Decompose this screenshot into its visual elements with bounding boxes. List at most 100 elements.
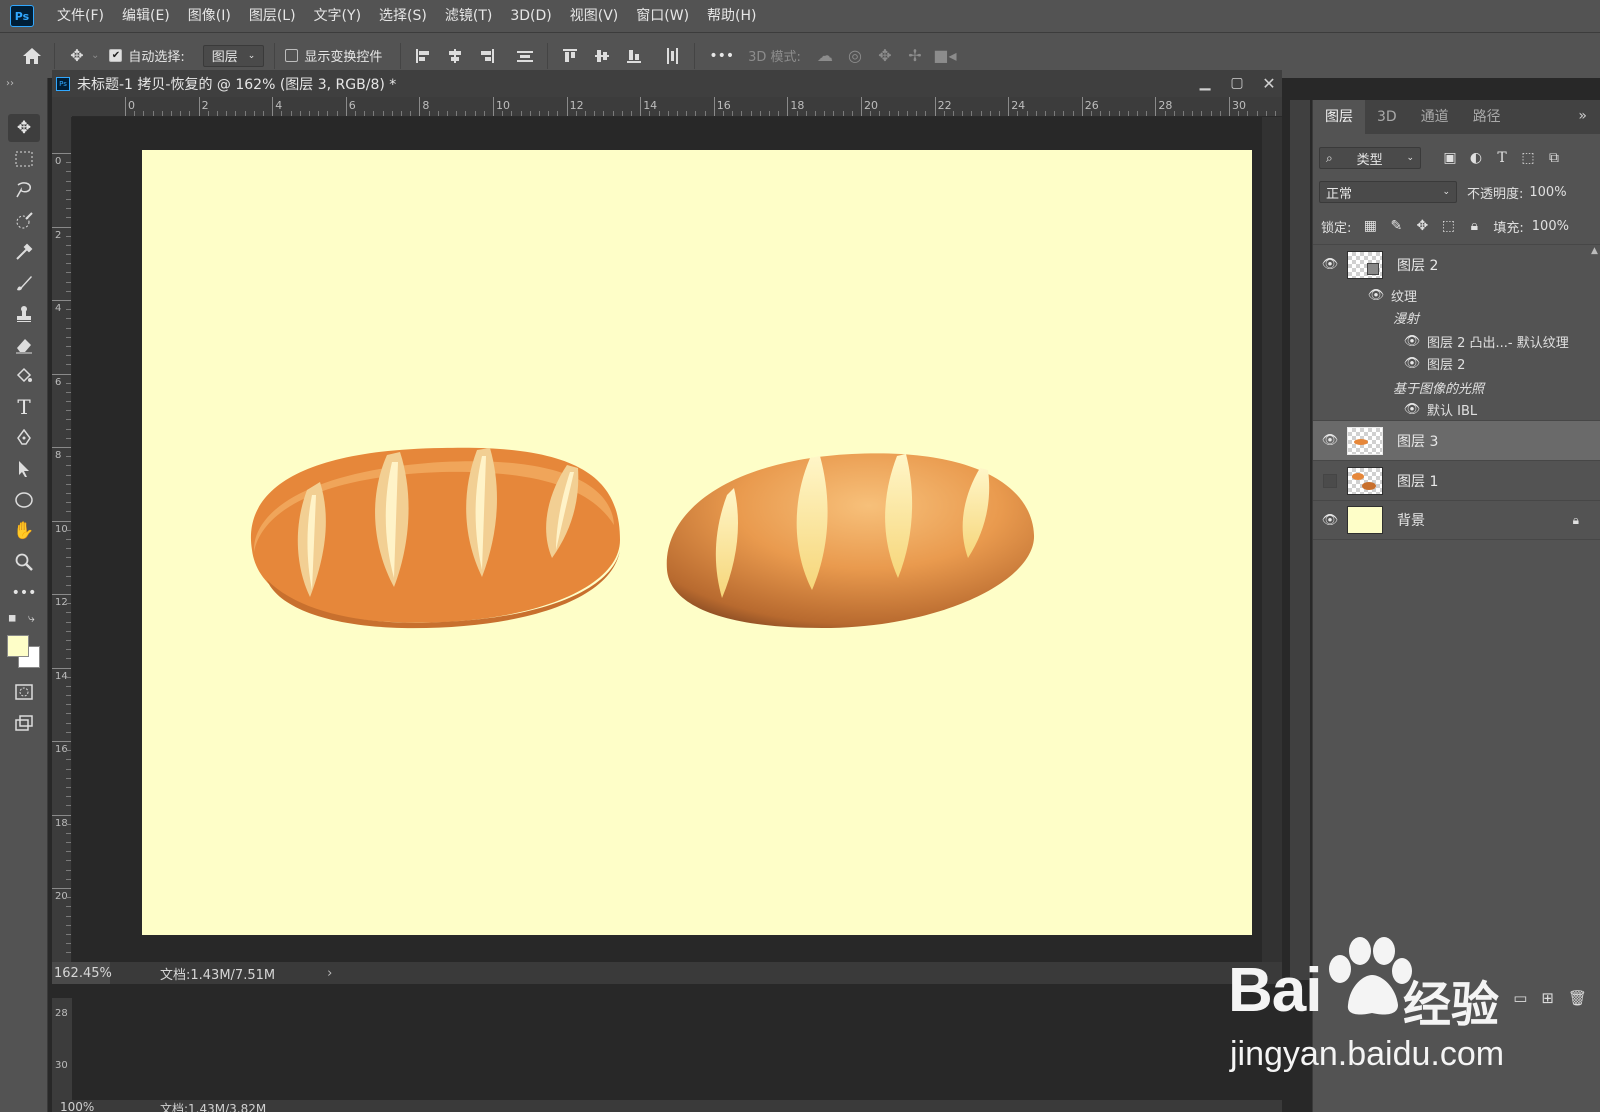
visibility-eye-icon[interactable]: 👁︎ [1313, 257, 1347, 272]
lock-position-icon[interactable]: ✥ [1409, 218, 1435, 234]
visibility-eye-icon[interactable]: 👁︎ [1365, 288, 1387, 303]
lock-transparent-icon[interactable]: ▦ [1357, 218, 1383, 234]
auto-select-checkbox[interactable]: ✔ [109, 49, 123, 62]
layer-filter-dropdown[interactable]: ⌕ 类型 ⌄ [1319, 147, 1421, 169]
lasso-tool-icon[interactable] [8, 176, 40, 204]
distribute-vertical-icon[interactable] [660, 44, 684, 68]
distribute-icon[interactable] [513, 44, 537, 68]
menu-layer[interactable]: 图层(L) [240, 0, 305, 32]
filter-smart-object-icon[interactable]: ⧉ [1541, 150, 1567, 166]
visibility-eye-icon[interactable]: 👁︎ [1313, 513, 1347, 528]
close-icon[interactable]: ✕ [1256, 73, 1282, 93]
brush-tool-icon[interactable] [8, 269, 40, 297]
align-right-icon[interactable] [475, 44, 499, 68]
chevron-down-icon[interactable]: ⌄ [91, 50, 99, 61]
align-left-icon[interactable] [411, 44, 435, 68]
menu-window[interactable]: 窗口(W) [627, 0, 698, 32]
paint-bucket-tool-icon[interactable] [8, 362, 40, 390]
minimize-icon[interactable]: ▁ [1192, 73, 1218, 93]
lock-icon[interactable]: 🔒︎ [1573, 513, 1579, 528]
expand-toolbar-icon[interactable]: ›› [6, 78, 14, 89]
zoom-level-2[interactable]: 100% [52, 1100, 110, 1112]
vertical-scrollbar[interactable] [1262, 117, 1282, 962]
layer-name[interactable]: 背景 [1397, 510, 1425, 530]
auto-select-target-dropdown[interactable]: 图层 ⌄ [202, 44, 265, 67]
eyedropper-tool-icon[interactable] [8, 238, 40, 266]
ruler-origin[interactable] [52, 97, 72, 117]
sublayer-ibl[interactable]: 👁︎ 默认 IBL [1313, 398, 1600, 420]
menu-view[interactable]: 视图(V) [561, 0, 628, 32]
show-transform-checkbox[interactable] [285, 49, 299, 62]
more-options-button[interactable]: ••• [709, 48, 734, 64]
visibility-toggle-off[interactable] [1323, 473, 1337, 488]
swap-colors-icon[interactable]: ⤷ [28, 611, 35, 626]
lock-pixels-icon[interactable]: ✎ [1383, 218, 1409, 234]
lock-artboard-icon[interactable]: ⬚ [1435, 218, 1461, 234]
align-bottom-icon[interactable] [622, 44, 646, 68]
3d-slide-icon[interactable]: ✢ [903, 44, 927, 68]
delete-layer-icon[interactable]: 🗑︎ [1568, 989, 1587, 1007]
document-tab[interactable]: Ps 未标题-1 拷贝-恢复的 @ 162% (图层 3, RGB/8) * ▁… [52, 70, 1282, 97]
home-icon[interactable] [20, 44, 44, 68]
panel-menu-icon[interactable]: » [1578, 108, 1587, 124]
filter-pixel-icon[interactable]: ▣ [1437, 150, 1463, 166]
move-tool-preset-icon[interactable]: ✥ [65, 44, 89, 68]
menu-3d[interactable]: 3D(D) [501, 0, 560, 32]
visibility-eye-icon[interactable]: 👁︎ [1313, 433, 1347, 448]
3d-pan-icon[interactable]: ✥ [873, 44, 897, 68]
eraser-tool-icon[interactable] [8, 331, 40, 359]
layer-row[interactable]: 👁︎ 图层 2 [1313, 244, 1600, 284]
document-size-info[interactable]: 文档:1.43M/7.51M [160, 964, 275, 983]
maximize-icon[interactable]: ▢ [1224, 73, 1250, 93]
menu-help[interactable]: 帮助(H) [698, 0, 765, 32]
vertical-ruler[interactable]: 0 2 4 6 8 10 12 14 16 18 20 [52, 117, 72, 962]
layer-name[interactable]: 图层 1 [1397, 471, 1438, 491]
more-tools-icon[interactable]: ••• [8, 579, 40, 607]
layer-row[interactable]: 图层 1 [1313, 460, 1600, 500]
tab-3d[interactable]: 3D [1365, 100, 1409, 134]
stamp-tool-icon[interactable] [8, 300, 40, 328]
layer-name[interactable]: 图层 2 [1397, 255, 1438, 275]
sublayer-texture-2[interactable]: 👁︎ 图层 2 [1313, 352, 1600, 374]
blend-mode-dropdown[interactable]: 正常 ⌄ [1319, 181, 1457, 203]
filter-type-icon[interactable]: T [1489, 150, 1515, 166]
menu-file[interactable]: 文件(F) [48, 0, 113, 32]
visibility-eye-icon[interactable]: 👁︎ [1401, 334, 1423, 349]
hand-tool-icon[interactable]: ✋ [8, 517, 40, 545]
3d-roll-icon[interactable]: ◎ [843, 44, 867, 68]
default-colors-icon[interactable]: ◼ [8, 613, 16, 624]
canvas[interactable] [142, 150, 1252, 935]
vertical-ruler-2[interactable]: 28 30 [52, 998, 72, 1112]
tab-paths[interactable]: 路径 [1461, 100, 1513, 134]
new-layer-icon[interactable]: ⊞ [1541, 989, 1554, 1007]
menu-select[interactable]: 选择(S) [370, 0, 436, 32]
lock-all-icon[interactable]: 🔒︎ [1461, 218, 1487, 234]
document-size-info-2[interactable]: 文档:1.43M/3.82M [160, 1100, 266, 1112]
move-tool-icon[interactable]: ✥ [8, 114, 40, 142]
panel-scrollbar[interactable]: ▲ [1589, 240, 1600, 500]
menu-filter[interactable]: 滤镜(T) [436, 0, 501, 32]
filter-shape-icon[interactable]: ⬚ [1515, 150, 1541, 166]
3d-camera-icon[interactable]: ■◂ [933, 44, 957, 68]
menu-type[interactable]: 文字(Y) [305, 0, 370, 32]
layer-row[interactable]: 👁︎ 背景 🔒︎ [1313, 500, 1600, 540]
foreground-color-swatch[interactable] [7, 635, 29, 657]
zoom-tool-icon[interactable] [8, 548, 40, 576]
opacity-field[interactable]: 100% [1529, 185, 1566, 200]
sublayer-texture-1[interactable]: 👁︎ 图层 2 凸出...- 默认纹理 [1313, 330, 1600, 352]
chevron-right-icon[interactable]: › [327, 966, 332, 981]
layer-name[interactable]: 图层 3 [1397, 431, 1438, 451]
align-middle-icon[interactable] [590, 44, 614, 68]
path-selection-tool-icon[interactable] [8, 455, 40, 483]
marquee-tool-icon[interactable] [8, 145, 40, 173]
menu-image[interactable]: 图像(I) [179, 0, 240, 32]
horizontal-ruler[interactable]: 0 2 4 6 8 10 12 14 16 18 20 22 24 26 28 30 [72, 97, 1282, 117]
menu-edit[interactable]: 编辑(E) [113, 0, 179, 32]
screen-mode-icon[interactable] [8, 709, 40, 737]
ellipse-tool-icon[interactable] [8, 486, 40, 514]
visibility-eye-icon[interactable]: 👁︎ [1401, 402, 1423, 417]
tab-channels[interactable]: 通道 [1409, 100, 1461, 134]
new-group-icon[interactable]: ▭ [1513, 989, 1527, 1007]
3d-orbit-icon[interactable]: ☁ [813, 44, 837, 68]
zoom-level-field[interactable]: 162.45% [52, 962, 112, 984]
